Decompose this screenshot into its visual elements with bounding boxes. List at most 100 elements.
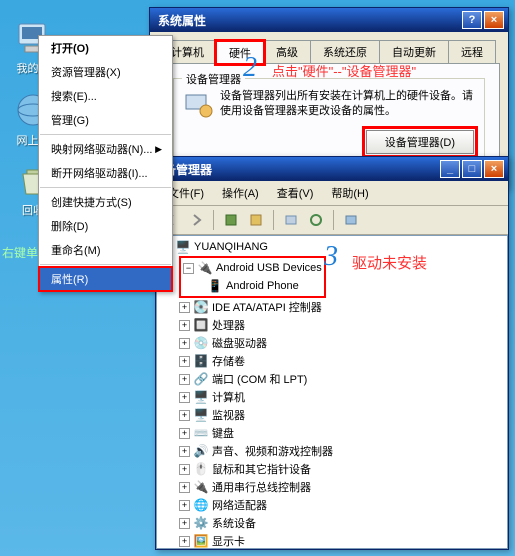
computer-icon: 🖥️: [175, 239, 191, 255]
tree-node-label[interactable]: 系统设备: [212, 515, 256, 531]
tree-node-label[interactable]: 显示卡: [212, 533, 245, 549]
tree-node-label[interactable]: 鼠标和其它指针设备: [212, 461, 311, 477]
tree-node[interactable]: +⚙️系统设备: [159, 514, 505, 532]
tool-refresh[interactable]: [305, 209, 327, 231]
tool-view[interactable]: [220, 209, 242, 231]
tab-advanced[interactable]: 高级: [263, 40, 311, 63]
group-title: 设备管理器: [182, 71, 245, 87]
expand-icon[interactable]: +: [179, 428, 190, 439]
tree-node[interactable]: +⌨️键盘: [159, 424, 505, 442]
device-tree[interactable]: − 🖥️ YUANQIHANG − 🔌 Android USB Devices …: [156, 235, 508, 549]
ctx-rename[interactable]: 重命名(M): [39, 238, 172, 262]
tree-node[interactable]: +🔗端口 (COM 和 LPT): [159, 370, 505, 388]
tree-node[interactable]: +🖥️计算机: [159, 388, 505, 406]
tree-node-label[interactable]: 键盘: [212, 425, 234, 441]
tool-update[interactable]: [340, 209, 362, 231]
menu-help[interactable]: 帮助(H): [323, 183, 376, 203]
tree-node[interactable]: +🔌通用串行总线控制器: [159, 478, 505, 496]
tree-node-label[interactable]: 监视器: [212, 407, 245, 423]
ctx-properties[interactable]: 属性(R): [39, 267, 172, 291]
tree-android-group[interactable]: − 🔌 Android USB Devices: [183, 259, 322, 277]
window-title: 备管理器: [160, 161, 438, 178]
phone-icon: 📱: [207, 278, 223, 294]
expand-icon[interactable]: +: [179, 536, 190, 547]
tree-node[interactable]: +🗄️存储卷: [159, 352, 505, 370]
tree-node-label[interactable]: 端口 (COM 和 LPT): [212, 371, 307, 387]
expand-icon[interactable]: +: [179, 302, 190, 313]
expand-icon[interactable]: +: [179, 356, 190, 367]
tree-node[interactable]: +🔲处理器: [159, 316, 505, 334]
context-menu: 打开(O) 资源管理器(X) 搜索(E)... 管理(G) 映射网络驱动器(N)…: [38, 35, 173, 292]
menu-bar: 文件(F) 操作(A) 查看(V) 帮助(H): [156, 181, 508, 206]
expand-icon[interactable]: +: [179, 482, 190, 493]
expand-icon[interactable]: +: [179, 410, 190, 421]
ctx-search[interactable]: 搜索(E)...: [39, 84, 172, 108]
device-manager-window: 备管理器 _ □ × 文件(F) 操作(A) 查看(V) 帮助(H) − 🖥️ …: [155, 156, 509, 550]
titlebar[interactable]: 系统属性 ? ×: [150, 8, 508, 32]
system-icon: ⚙️: [193, 515, 209, 531]
tool-fwd[interactable]: [185, 209, 207, 231]
tree-node[interactable]: +🔊声音、视频和游戏控制器: [159, 442, 505, 460]
tree-root-label[interactable]: YUANQIHANG: [194, 241, 268, 253]
ide-icon: 💽: [193, 299, 209, 315]
tree-node-label[interactable]: 计算机: [212, 389, 245, 405]
ctx-open[interactable]: 打开(O): [39, 36, 172, 60]
storage-icon: 🗄️: [193, 353, 209, 369]
titlebar[interactable]: 备管理器 _ □ ×: [156, 157, 508, 181]
expand-icon[interactable]: +: [179, 320, 190, 331]
expand-icon[interactable]: +: [179, 374, 190, 385]
keyboard-icon: ⌨️: [193, 425, 209, 441]
close-button[interactable]: ×: [484, 11, 504, 29]
menu-view[interactable]: 查看(V): [269, 183, 322, 203]
ctx-explorer[interactable]: 资源管理器(X): [39, 60, 172, 84]
collapse-icon[interactable]: −: [183, 263, 194, 274]
monitor-icon: 🖥️: [193, 407, 209, 423]
disk-icon: 💿: [193, 335, 209, 351]
android-highlight: − 🔌 Android USB Devices 📱 Android Phone: [179, 256, 326, 298]
tree-node[interactable]: +💽IDE ATA/ATAPI 控制器: [159, 298, 505, 316]
usb-icon: 🔌: [193, 479, 209, 495]
tab-remote[interactable]: 远程: [448, 40, 496, 63]
tree-node-label[interactable]: 声音、视频和游戏控制器: [212, 443, 333, 459]
ctx-disconnect[interactable]: 断开网络驱动器(I)...: [39, 161, 172, 185]
window-title: 系统属性: [154, 12, 460, 29]
menu-action[interactable]: 操作(A): [214, 183, 267, 203]
tool-props[interactable]: [245, 209, 267, 231]
port-icon: 🔗: [193, 371, 209, 387]
tree-node[interactable]: +🖥️监视器: [159, 406, 505, 424]
close-button[interactable]: ×: [484, 160, 504, 178]
device-manager-button[interactable]: 设备管理器(D): [366, 130, 474, 154]
tree-android-phone[interactable]: 📱 Android Phone: [183, 277, 322, 295]
mouse-icon: 🖱️: [193, 461, 209, 477]
help-button[interactable]: ?: [462, 11, 482, 29]
tree-node-label[interactable]: IDE ATA/ATAPI 控制器: [212, 299, 322, 315]
expand-icon[interactable]: +: [179, 500, 190, 511]
expand-icon[interactable]: +: [179, 446, 190, 457]
expand-icon[interactable]: +: [179, 392, 190, 403]
tool-scan[interactable]: [280, 209, 302, 231]
tree-node[interactable]: +🌐网络适配器: [159, 496, 505, 514]
expand-icon[interactable]: +: [179, 464, 190, 475]
tree-node-label[interactable]: 存储卷: [212, 353, 245, 369]
tree-node-label[interactable]: 磁盘驱动器: [212, 335, 267, 351]
ctx-map-drive[interactable]: 映射网络驱动器(N)...▶: [39, 137, 172, 161]
tree-node-label[interactable]: 网络适配器: [212, 497, 267, 513]
tree-node-label[interactable]: 通用串行总线控制器: [212, 479, 311, 495]
expand-icon[interactable]: +: [179, 518, 190, 529]
minimize-button[interactable]: _: [440, 160, 460, 178]
ctx-shortcut[interactable]: 创建快捷方式(S): [39, 190, 172, 214]
tree-node[interactable]: +💿磁盘驱动器: [159, 334, 505, 352]
tree-node-label[interactable]: 处理器: [212, 317, 245, 333]
ctx-delete[interactable]: 删除(D): [39, 214, 172, 238]
annotation-hint-2: 点击"硬件"--"设备管理器": [272, 61, 416, 80]
tree-node[interactable]: +🖱️鼠标和其它指针设备: [159, 460, 505, 478]
tab-restore[interactable]: 系统还原: [310, 40, 380, 63]
separator: [40, 134, 171, 135]
expand-icon[interactable]: +: [179, 338, 190, 349]
device-manager-group: 设备管理器 设备管理器列出所有安装在计算机上的硬件设备。请使用设备管理器来更改设…: [173, 78, 485, 165]
tree-node[interactable]: +🖼️显示卡: [159, 532, 505, 549]
tab-update[interactable]: 自动更新: [379, 40, 449, 63]
separator: [40, 264, 171, 265]
maximize-button[interactable]: □: [462, 160, 482, 178]
ctx-manage[interactable]: 管理(G): [39, 108, 172, 132]
